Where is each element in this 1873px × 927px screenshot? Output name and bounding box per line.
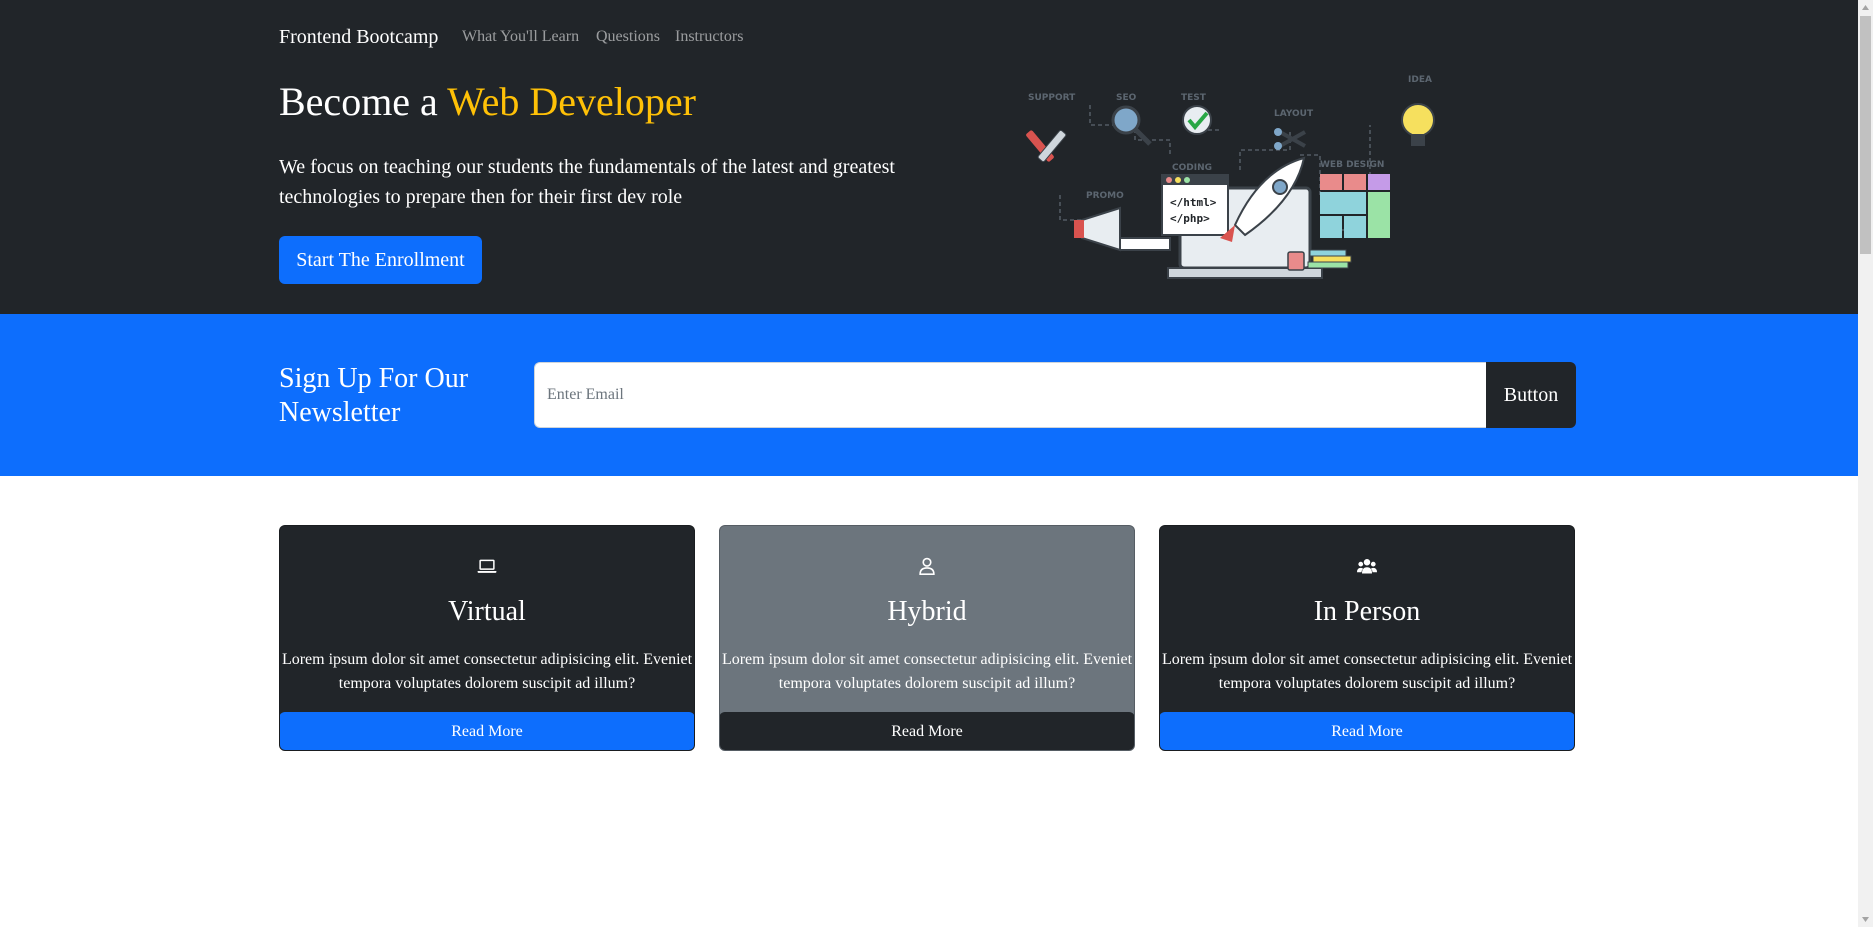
lightbulb-icon (1401, 103, 1435, 146)
code-line-html: </html> (1170, 196, 1217, 209)
navbar-brand[interactable]: Frontend Bootcamp (279, 26, 438, 49)
read-more-button[interactable]: Read More (1160, 712, 1574, 750)
label-test: TEST (1181, 93, 1207, 103)
newsletter-title: Sign Up For Our Newsletter (279, 363, 469, 428)
hero-title-accent: Web Developer (447, 79, 696, 124)
card-hybrid: Hybrid Lorem ipsum dolor sit amet consec… (719, 525, 1135, 751)
card-virtual: Virtual Lorem ipsum dolor sit amet conse… (279, 525, 695, 751)
page: Frontend Bootcamp What You'll Learn Ques… (0, 0, 1858, 927)
code-window: </html> </php> (1161, 174, 1229, 236)
label-support: SUPPORT (1028, 93, 1076, 103)
label-layout: LAYOUT (1274, 109, 1314, 119)
scrollbar-thumb[interactable] (1860, 16, 1871, 254)
hero-section: Frontend Bootcamp What You'll Learn Ques… (0, 0, 1858, 314)
vertical-scrollbar[interactable] (1858, 0, 1873, 927)
label-promo: PROMO (1086, 191, 1124, 201)
scroll-up-arrow-icon[interactable] (1858, 0, 1873, 15)
card-title: Virtual (448, 596, 526, 627)
card-text: Lorem ipsum dolor sit amet consectetur a… (1161, 651, 1573, 692)
hero-title-prefix: Become a (279, 79, 448, 124)
books-icon (1307, 249, 1352, 269)
checkmark-icon (1182, 105, 1212, 135)
nav-link-questions[interactable]: Questions (596, 28, 660, 46)
newsletter-submit-button[interactable]: Button (1486, 362, 1576, 428)
coffee-mug-icon (1287, 251, 1305, 271)
newsletter-section: Sign Up For Our Newsletter Button (0, 314, 1858, 476)
web-design-grid (1320, 174, 1390, 238)
read-more-button[interactable]: Read More (280, 712, 694, 750)
start-enrollment-button[interactable]: Start The Enrollment (279, 236, 482, 284)
people-icon (1357, 559, 1377, 574)
label-seo: SEO (1116, 93, 1137, 103)
card-title: In Person (1313, 596, 1421, 627)
scroll-down-arrow-icon[interactable] (1858, 912, 1873, 927)
laptop-icon (477, 559, 497, 573)
nav-link-what-youll-learn[interactable]: What You'll Learn (462, 28, 579, 46)
label-idea: IDEA (1408, 75, 1432, 85)
nav-link-instructors[interactable]: Instructors (675, 28, 743, 46)
card-text: Lorem ipsum dolor sit amet consectetur a… (721, 651, 1133, 692)
card-title: Hybrid (887, 596, 967, 627)
card-text: Lorem ipsum dolor sit amet consectetur a… (281, 651, 693, 692)
email-input[interactable] (534, 362, 1486, 428)
card-in-person: In Person Lorem ipsum dolor sit amet con… (1159, 525, 1575, 751)
web-development-illustration: SUPPORT SEO TEST LAYOUT IDEA CODING WEB … (1026, 75, 1435, 279)
read-more-button[interactable]: Read More (720, 712, 1134, 750)
hero-lead: We focus on teaching our students the fu… (279, 156, 895, 208)
code-line-php: </php> (1170, 212, 1210, 225)
megaphone-icon (1074, 206, 1171, 252)
label-coding: CODING (1172, 163, 1212, 173)
magnifier-icon (1111, 105, 1152, 146)
tools-icon (1026, 129, 1067, 163)
hero-title: Become a Web Developer (279, 78, 696, 125)
label-web-design: WEB DESIGN (1320, 160, 1384, 170)
person-icon (919, 557, 935, 575)
